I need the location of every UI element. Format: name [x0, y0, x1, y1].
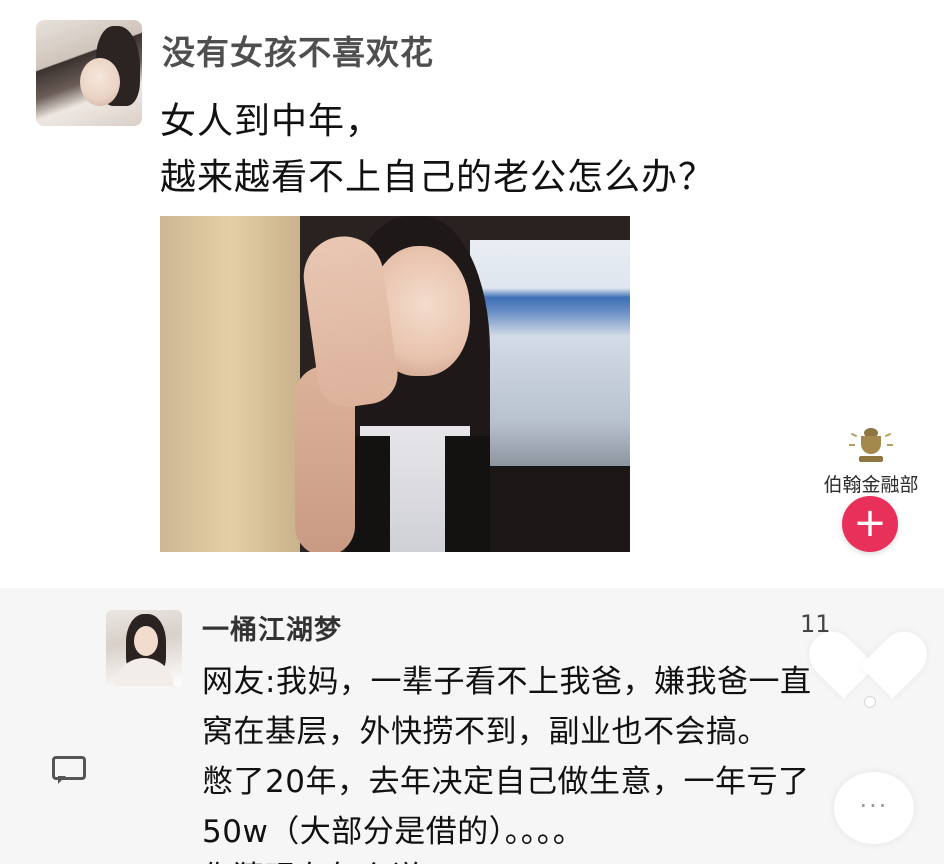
avatar-face: [80, 58, 120, 106]
brand-watermark: 伯翰金融部: [812, 426, 930, 497]
post-author-name[interactable]: 没有女孩不喜欢花: [162, 26, 434, 74]
comment-author-avatar[interactable]: [106, 610, 182, 686]
car-seat: [160, 216, 300, 552]
post-text-line-2: 越来越看不上自己的老公怎么办？: [160, 157, 716, 198]
indicator-dot: [864, 696, 876, 708]
comment-text-line-2: 窝在基层，外快捞不到，副业也不会搞。: [202, 714, 769, 750]
comment-bubble-icon[interactable]: [52, 756, 86, 786]
comment-text-line-4: 50w（大部分是借的）。。。。: [202, 814, 585, 850]
car-window: [470, 240, 630, 480]
more-options-button[interactable]: ···: [834, 772, 914, 844]
brand-name: 伯翰金融部: [823, 474, 919, 496]
comment-author-name[interactable]: 一桶江湖梦: [202, 608, 342, 647]
woman-vest-right: [445, 436, 490, 552]
comment-text-line-3: 憋了20年，去年决定自己做生意，一年亏了: [202, 764, 810, 800]
comment-text-line-5: 你猜现在怎么说？: [202, 852, 454, 864]
post-text-line-1: 女人到中年，: [160, 101, 383, 142]
post-video-thumbnail[interactable]: [160, 216, 630, 552]
comment-avatar-face: [134, 626, 158, 656]
add-button[interactable]: +: [842, 496, 898, 552]
heart-icon[interactable]: [799, 598, 937, 699]
comment-text-line-1: 网友:我妈，一辈子看不上我爸，嫌我爸一直: [202, 664, 812, 700]
gold-cup-logo-icon: [849, 426, 893, 466]
post-author-avatar[interactable]: [36, 20, 142, 126]
